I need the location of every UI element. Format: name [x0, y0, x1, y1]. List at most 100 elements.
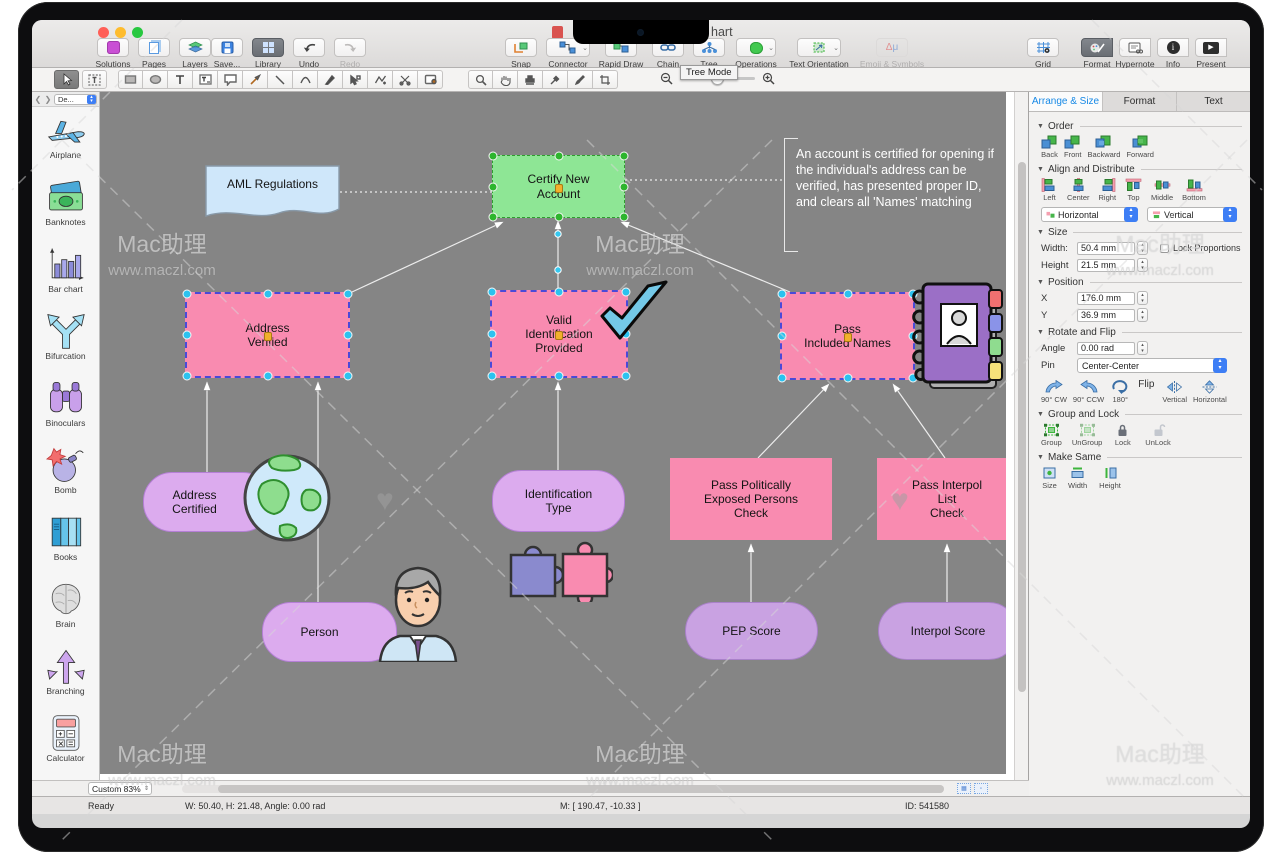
node-pep-score[interactable]: PEP Score [685, 602, 818, 660]
make-same-width-button[interactable]: Width [1068, 466, 1087, 490]
crop-tool-button[interactable] [593, 70, 618, 89]
selection-handle[interactable] [843, 374, 852, 383]
pin-select[interactable]: Center-Center [1077, 358, 1227, 373]
shape-item-calculator[interactable]: Calculator [32, 710, 99, 777]
rotate-180-button[interactable]: 180° [1110, 380, 1130, 404]
shape-connect-tool-button[interactable] [418, 70, 443, 89]
vertical-scrollbar-thumb[interactable] [1018, 162, 1026, 692]
node-certify-new-account[interactable]: Certify New Account [492, 155, 625, 218]
pen-tool-button[interactable] [318, 70, 343, 89]
info-button[interactable]: Info [1154, 38, 1192, 69]
position-x-stepper[interactable] [1137, 291, 1148, 305]
order-backward-button[interactable]: Backward [1088, 135, 1121, 159]
shape-item-brain[interactable]: Brain [32, 576, 99, 643]
text-tool-button[interactable] [168, 70, 193, 89]
hypernote-button[interactable]: Hypernote [1116, 38, 1154, 69]
arc-tool-button[interactable] [293, 70, 318, 89]
flip-vertical-button[interactable]: Vertical [1162, 380, 1187, 404]
text-block-tool-button[interactable] [193, 70, 218, 89]
eyedropper-tool-button[interactable] [543, 70, 568, 89]
tab-text[interactable]: Text [1177, 92, 1250, 111]
selection-handle[interactable] [620, 182, 629, 191]
selection-handle[interactable] [183, 372, 192, 381]
width-stepper[interactable] [1137, 241, 1148, 255]
align-bottom-button[interactable]: Bottom [1182, 178, 1206, 202]
lock-button[interactable]: Lock [1114, 423, 1131, 447]
selection-handle[interactable] [555, 372, 564, 381]
lock-proportions-checkbox[interactable] [1160, 244, 1169, 253]
zoom-tool-button[interactable] [468, 70, 493, 89]
selection-handle[interactable] [489, 213, 498, 222]
section-make-same[interactable]: ▼Make Same [1037, 452, 1242, 463]
selection-handle[interactable] [344, 372, 353, 381]
format-button[interactable]: Format [1078, 38, 1116, 69]
library-select[interactable]: De... [54, 94, 97, 105]
node-interpol-score[interactable]: Interpol Score [878, 602, 1006, 660]
present-button[interactable]: Present [1192, 38, 1230, 69]
position-y-stepper[interactable] [1137, 308, 1148, 322]
group-button[interactable]: Group [1041, 423, 1062, 447]
height-stepper[interactable] [1137, 258, 1148, 272]
height-input[interactable]: 21.5 mm [1077, 259, 1135, 272]
node-aml-regulations[interactable]: AML Regulations [205, 165, 340, 223]
align-left-button[interactable]: Left [1041, 178, 1058, 202]
shape-item-banknotes[interactable]: Banknotes [32, 174, 99, 241]
node-pass-pep-check[interactable]: Pass Politically Exposed Persons Check [670, 458, 832, 540]
make-same-height-button[interactable]: Height [1099, 466, 1121, 490]
selection-handle[interactable] [622, 372, 631, 381]
tab-arrange-size[interactable]: Arrange & Size [1029, 92, 1103, 111]
make-same-size-button[interactable]: Size [1041, 466, 1058, 490]
selection-handle[interactable] [263, 290, 272, 299]
note-annotation[interactable]: An account is certified for opening if t… [784, 138, 1006, 252]
selection-handle[interactable] [488, 288, 497, 297]
rotate-90ccw-button[interactable]: 90° CCW [1073, 380, 1104, 404]
callout-tool-button[interactable] [218, 70, 243, 89]
order-forward-button[interactable]: Forward [1126, 135, 1154, 159]
section-size[interactable]: ▼Size [1037, 227, 1242, 238]
emoji-symbols-button[interactable]: Δμ Emoji & Symbols [857, 38, 927, 69]
save-button[interactable]: Save... [208, 38, 246, 69]
redo-button[interactable]: Redo [331, 38, 369, 69]
shape-item-bomb[interactable]: Bomb [32, 442, 99, 509]
align-middle-button[interactable]: Middle [1151, 178, 1173, 202]
align-top-button[interactable]: Top [1125, 178, 1142, 202]
pages-button[interactable]: Pages [135, 38, 173, 69]
selection-handle[interactable] [344, 290, 353, 299]
selection-handle[interactable] [183, 331, 192, 340]
section-position[interactable]: ▼Position [1037, 277, 1242, 288]
brush-tool-button[interactable] [568, 70, 593, 89]
selection-handle[interactable] [554, 152, 563, 161]
selection-handle[interactable] [489, 182, 498, 191]
document-page[interactable]: AML Regulations Certify New Account An a… [100, 92, 1006, 774]
ungroup-button[interactable]: UnGroup [1072, 423, 1102, 447]
zoom-level-select[interactable]: Custom 83%⇕ [88, 782, 152, 795]
library-back-icon[interactable]: ❮ [34, 95, 42, 104]
ellipse-tool-button[interactable] [143, 70, 168, 89]
line-tool-button[interactable] [268, 70, 293, 89]
shape-item-binoculars[interactable]: Binoculars [32, 375, 99, 442]
width-input[interactable]: 50.4 mm [1077, 242, 1135, 255]
selection-handle[interactable] [344, 331, 353, 340]
selection-handle[interactable] [488, 372, 497, 381]
close-window-button[interactable] [98, 27, 109, 38]
arrow-tool-button[interactable] [243, 70, 268, 89]
rectangle-tool-button[interactable] [118, 70, 143, 89]
rotate-90cw-button[interactable]: 90° CW [1041, 380, 1067, 404]
selection-handle[interactable] [778, 290, 787, 299]
zoom-out-icon[interactable] [660, 72, 674, 85]
polyline-tool-button[interactable] [368, 70, 393, 89]
solutions-button[interactable]: Solutions [94, 38, 132, 69]
shape-item-airplane[interactable]: Airplane [32, 107, 99, 174]
node-identification-type[interactable]: Identification Type [492, 470, 625, 532]
node-pass-included-names[interactable]: Pass Included Names [780, 292, 915, 380]
angle-input[interactable]: 0.00 rad [1077, 342, 1135, 355]
horizontal-scrollbar-thumb[interactable] [218, 785, 944, 793]
distribute-horizontal-select[interactable]: Horizontal [1041, 207, 1138, 222]
library-forward-icon[interactable]: ❯ [44, 95, 52, 104]
library-button[interactable]: Library [249, 38, 287, 69]
selection-handle[interactable] [488, 330, 497, 339]
selection-handle[interactable] [620, 213, 629, 222]
text-select-tool-button[interactable] [82, 70, 107, 89]
zoom-in-icon[interactable] [762, 72, 776, 85]
unlock-button[interactable]: UnLock [1145, 423, 1170, 447]
